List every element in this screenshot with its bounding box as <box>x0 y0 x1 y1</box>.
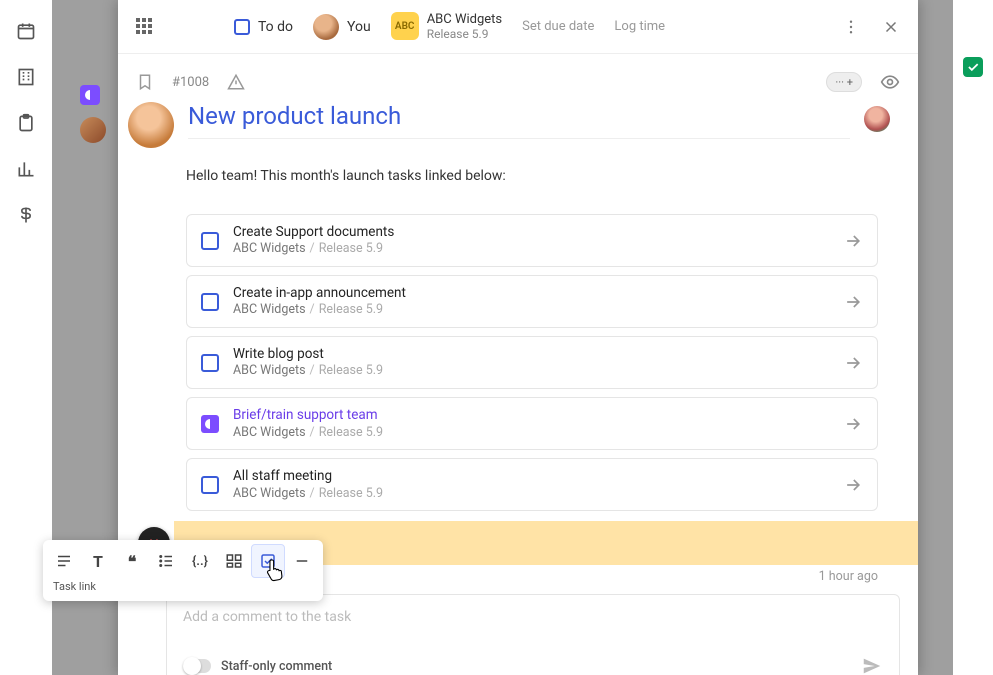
done-check-icon[interactable] <box>963 57 983 77</box>
linked-task-title: Create in-app announcement <box>233 284 829 302</box>
apps-grid-icon[interactable] <box>136 18 154 36</box>
task-number: #1008 <box>172 75 209 90</box>
background-task-chip <box>80 85 100 105</box>
title-row: New product launch <box>118 92 918 148</box>
checkbox-icon <box>201 232 219 250</box>
right-gutter <box>953 0 993 675</box>
staff-only-label: Staff-only comment <box>221 659 332 674</box>
linked-task-sub: ABC Widgets/Release 5.9 <box>233 486 829 503</box>
staff-only-toggle[interactable] <box>183 659 211 673</box>
linked-task-item[interactable]: Write blog postABC Widgets/Release 5.9 <box>186 336 878 389</box>
heading-button[interactable]: T <box>81 544 115 578</box>
checkbox-icon <box>201 354 219 372</box>
more-icon[interactable] <box>842 18 860 36</box>
code-button[interactable]: {..} <box>183 544 217 578</box>
arrow-right-icon[interactable] <box>843 475 863 495</box>
project-sub: Release 5.9 <box>427 27 502 41</box>
project-badge: ABC <box>391 12 419 40</box>
paragraph-button[interactable] <box>47 544 81 578</box>
calendar-icon[interactable] <box>15 20 37 42</box>
project-chip[interactable]: ABC ABC Widgets Release 5.9 <box>391 12 502 42</box>
linked-task-title: Brief/train support team <box>233 406 829 424</box>
building-icon[interactable] <box>15 66 37 88</box>
task-title[interactable]: New product launch <box>188 102 850 139</box>
linked-task-item[interactable]: Create in-app announcementABC Widgets/Re… <box>186 275 878 328</box>
linked-task-sub: ABC Widgets/Release 5.9 <box>233 363 829 380</box>
bookmark-icon[interactable] <box>136 73 154 91</box>
log-time[interactable]: Log time <box>614 19 665 34</box>
arrow-right-icon[interactable] <box>843 231 863 251</box>
linked-task-title: Write blog post <box>233 345 829 363</box>
bullet-list-button[interactable] <box>149 544 183 578</box>
priority-icon[interactable] <box>227 73 245 91</box>
linked-task-title: Create Support documents <box>233 223 829 241</box>
arrow-right-icon[interactable] <box>843 414 863 434</box>
set-due-date[interactable]: Set due date <box>522 19 594 34</box>
linked-task-sub: ABC Widgets/Release 5.9 <box>233 302 829 319</box>
watcher-avatar[interactable] <box>864 106 890 132</box>
linked-task-title: All staff meeting <box>233 467 829 485</box>
clipboard-icon[interactable] <box>15 112 37 134</box>
quote-button[interactable]: ❝ <box>115 544 149 578</box>
assignee-chip[interactable]: You <box>313 14 371 40</box>
watch-icon[interactable] <box>880 72 900 92</box>
arrow-right-icon[interactable] <box>843 353 863 373</box>
cursor-hand-icon <box>264 558 286 584</box>
checkbox-icon <box>201 293 219 311</box>
status-label: To do <box>258 19 293 35</box>
author-avatar[interactable] <box>128 102 174 148</box>
dollar-icon[interactable] <box>15 204 37 226</box>
task-description[interactable]: Hello team! This month's launch tasks li… <box>118 148 918 184</box>
linked-task-sub: ABC Widgets/Release 5.9 <box>233 241 829 258</box>
status-chip[interactable]: To do <box>234 19 293 35</box>
linked-task-item[interactable]: Create Support documentsABC Widgets/Rele… <box>186 214 878 267</box>
linked-task-item[interactable]: All staff meetingABC Widgets/Release 5.9 <box>186 458 878 511</box>
labels-badge[interactable]: ··· + <box>826 72 862 92</box>
divider-button[interactable] <box>285 544 319 578</box>
assignee-avatar <box>313 14 339 40</box>
linked-task-sub: ABC Widgets/Release 5.9 <box>233 425 829 442</box>
linked-task-item[interactable]: Brief/train support teamABC Widgets/Rele… <box>186 397 878 450</box>
linked-tasks-list: Create Support documentsABC Widgets/Rele… <box>118 184 918 511</box>
status-checkbox-icon <box>234 19 250 35</box>
modal-header: To do You ABC ABC Widgets Release 5.9 Se… <box>118 0 918 54</box>
moon-icon <box>201 415 219 433</box>
background-avatar <box>80 117 106 143</box>
comment-box: Add a comment to the task Staff-only com… <box>166 594 900 675</box>
columns-button[interactable] <box>217 544 251 578</box>
close-icon[interactable] <box>882 18 900 36</box>
send-icon[interactable] <box>861 655 883 675</box>
comment-input[interactable]: Add a comment to the task <box>183 609 883 625</box>
project-name: ABC Widgets <box>427 12 502 28</box>
arrow-right-icon[interactable] <box>843 292 863 312</box>
chart-icon[interactable] <box>15 158 37 180</box>
checkbox-icon <box>201 476 219 494</box>
assignee-label: You <box>347 19 371 35</box>
meta-row: #1008 ··· + <box>118 54 918 92</box>
